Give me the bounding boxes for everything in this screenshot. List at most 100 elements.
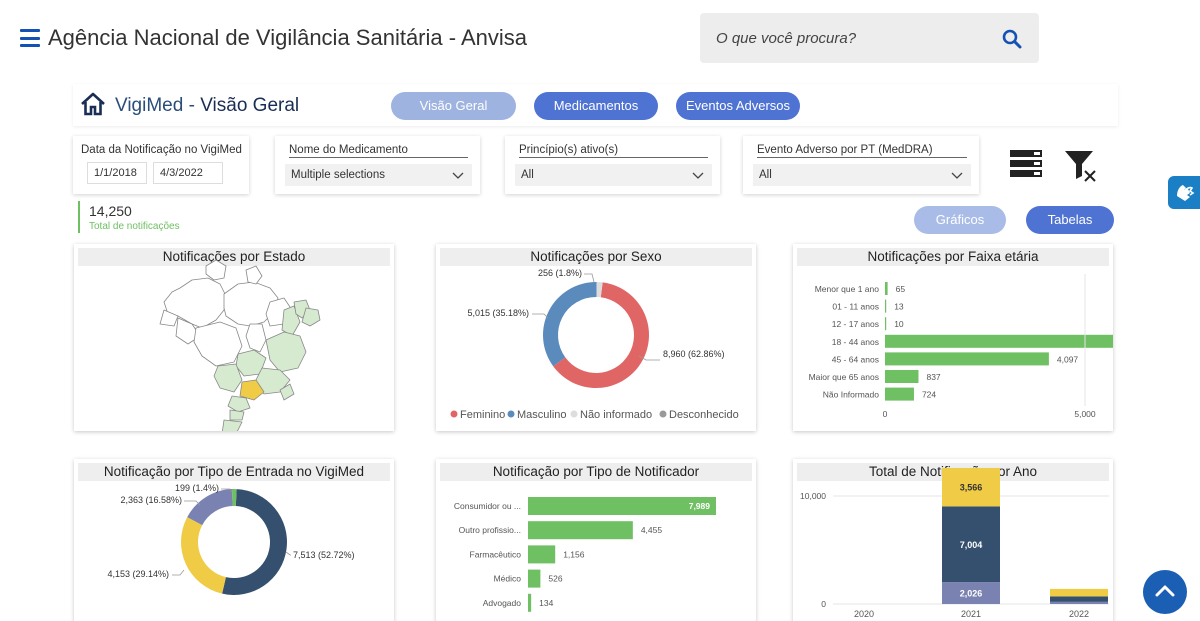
evento-select[interactable]: All: [753, 164, 971, 186]
chart-sexo[interactable]: 8,960 (62.86%) 5,015 (35.18%) 256 (1.8%) Fe…: [436, 244, 756, 431]
axis-tick-label: 5,000: [1074, 409, 1096, 419]
site-header: Agência Nacional de Vigilância Sanitária…: [0, 0, 1200, 78]
donut-slice: [187, 489, 233, 526]
toggle-graficos-button[interactable]: Gráficos: [914, 206, 1006, 234]
bar-value-label: 10: [894, 319, 904, 329]
bar-value-label: 4,455: [641, 525, 663, 535]
sign-language-icon: [1177, 185, 1195, 201]
bar-category-label: 12 - 17 anos: [832, 319, 879, 329]
legend-swatch: [450, 410, 458, 418]
panel-faixa: Notificações por Faixa etária Menor que …: [793, 244, 1113, 431]
scroll-to-top-button[interactable]: [1143, 570, 1187, 614]
legend-label: Não informado: [580, 409, 652, 421]
chevron-down-icon: [692, 172, 704, 179]
map-region-mt: [193, 321, 243, 367]
axis-tick-label: 0: [821, 599, 826, 609]
bar: [528, 545, 556, 564]
donut-data-label: 5,015 (35.18%): [467, 308, 529, 318]
medicamento-select-value: Multiple selections: [291, 169, 385, 181]
bar-category-label: Maior que 65 anos: [809, 372, 879, 382]
hamburger-menu-icon[interactable]: [20, 29, 40, 47]
stacked-bar-segment: [1050, 588, 1108, 597]
search-bar[interactable]: [700, 13, 1039, 63]
chart-notificador[interactable]: Consumidor ou ... 7,989 Outro profissio...…: [436, 459, 756, 621]
bar: [528, 521, 633, 540]
chevron-down-icon: [452, 172, 464, 179]
bar: [528, 593, 532, 612]
bar-value-label: 65: [896, 284, 906, 294]
search-icon[interactable]: [1002, 29, 1022, 49]
bar: [885, 317, 887, 331]
accessibility-vlibras-button[interactable]: [1168, 176, 1200, 209]
tab-eventos-adversos[interactable]: Eventos Adversos: [676, 92, 800, 120]
stacked-bar-segment: [1050, 601, 1108, 604]
bar-value-label: 3,566: [960, 483, 983, 493]
date-filter-card: Data da Notificação no VigiMed 1/1/2018 …: [73, 136, 249, 194]
kpi-accent-bar: [78, 201, 80, 233]
chart-faixa[interactable]: Menor que 1 ano 65 01 - 11 anos 13 12 - 17 a…: [793, 244, 1113, 431]
bar-value-label: 526: [548, 574, 562, 584]
home-icon[interactable]: [80, 91, 106, 117]
map-region-ap: [245, 265, 263, 285]
axis-tick-label: 0: [883, 409, 888, 419]
bar: [885, 370, 919, 383]
axis-category-label: 2020: [854, 609, 874, 619]
donut-data-label: 8,960 (62.86%): [663, 349, 725, 359]
map-region-rr: [205, 259, 227, 281]
bar-category-label: 45 - 64 anos: [832, 354, 879, 364]
map-region-pr: [227, 395, 251, 413]
bar: [885, 352, 1049, 366]
medicamento-select[interactable]: Multiple selections: [285, 164, 472, 186]
donut-slice: [543, 282, 597, 367]
clear-filter-icon[interactable]: [1064, 150, 1098, 184]
panel-notificador: Notificação por Tipo de Notificador Cons…: [436, 459, 756, 621]
map-region-to: [245, 323, 267, 353]
toggle-tabelas-button[interactable]: Tabelas: [1026, 206, 1114, 234]
principio-filter-label: Princípio(s) ativo(s): [519, 144, 708, 158]
chart-ano[interactable]: 0 10,000 2020 2,026 7,004 3,566 2021 2022: [793, 459, 1113, 621]
search-input[interactable]: [716, 13, 986, 63]
map-region-ba: [265, 331, 307, 373]
kpi-total-label: Total de notificações: [89, 221, 180, 232]
bar-value-label: 7,004: [960, 540, 983, 550]
chart-entrada[interactable]: 7,513 (52.72%) 4,153 (29.14%) 2,363 (16.58…: [74, 459, 394, 621]
medicamento-filter-card: Nome do Medicamento Multiple selections: [275, 136, 480, 194]
chevron-down-icon: [951, 172, 963, 179]
date-from-input[interactable]: 1/1/2018: [87, 162, 147, 184]
donut-leader-line: [172, 569, 185, 576]
donut-data-label: 199 (1.4%): [175, 483, 219, 493]
legend-label: Feminino: [460, 409, 505, 421]
brazil-map[interactable]: [74, 244, 394, 431]
bar: [885, 299, 887, 313]
evento-filter-label: Evento Adverso por PT (MedDRA): [757, 144, 967, 158]
tab-visao-geral[interactable]: Visão Geral: [391, 92, 516, 120]
page-title-separator: -: [183, 95, 201, 116]
bar-category-label: Outro profissio...: [459, 525, 521, 535]
tab-medicamentos[interactable]: Medicamentos: [534, 92, 658, 120]
evento-select-value: All: [759, 169, 772, 181]
bar-category-label: Não Informado: [823, 390, 879, 400]
bar-value-label: 7,989: [689, 501, 711, 511]
donut-data-label: 256 (1.8%): [538, 268, 582, 278]
bar: [885, 387, 914, 401]
axis-category-label: 2021: [961, 609, 981, 619]
chevron-up-icon: [1155, 585, 1175, 597]
bar-value-label: 724: [922, 390, 936, 400]
dashboard: VigiMed - Visão Geral Visão Geral Medica…: [0, 78, 1200, 621]
principio-filter-card: Princípio(s) ativo(s) All: [505, 136, 720, 194]
axis-category-label: 2022: [1069, 609, 1089, 619]
bar-category-label: Médico: [494, 574, 522, 584]
map-region-rs: [222, 419, 243, 431]
principio-select[interactable]: All: [515, 164, 712, 186]
bar-category-label: Consumidor ou ...: [454, 501, 521, 511]
bar: [528, 569, 541, 588]
medicamento-filter-label: Nome do Medicamento: [289, 144, 468, 158]
table-view-icon[interactable]: [1010, 150, 1044, 178]
principio-select-value: All: [521, 169, 534, 181]
date-to-input[interactable]: 4/3/2022: [153, 162, 223, 184]
agency-title[interactable]: Agência Nacional de Vigilância Sanitária…: [48, 25, 527, 51]
bar-category-label: Advogado: [483, 598, 522, 608]
panel-ano: Total de Notificação por Ano 010,0002020…: [793, 459, 1113, 621]
bar: [885, 282, 888, 295]
bar-category-label: Menor que 1 ano: [815, 284, 880, 294]
